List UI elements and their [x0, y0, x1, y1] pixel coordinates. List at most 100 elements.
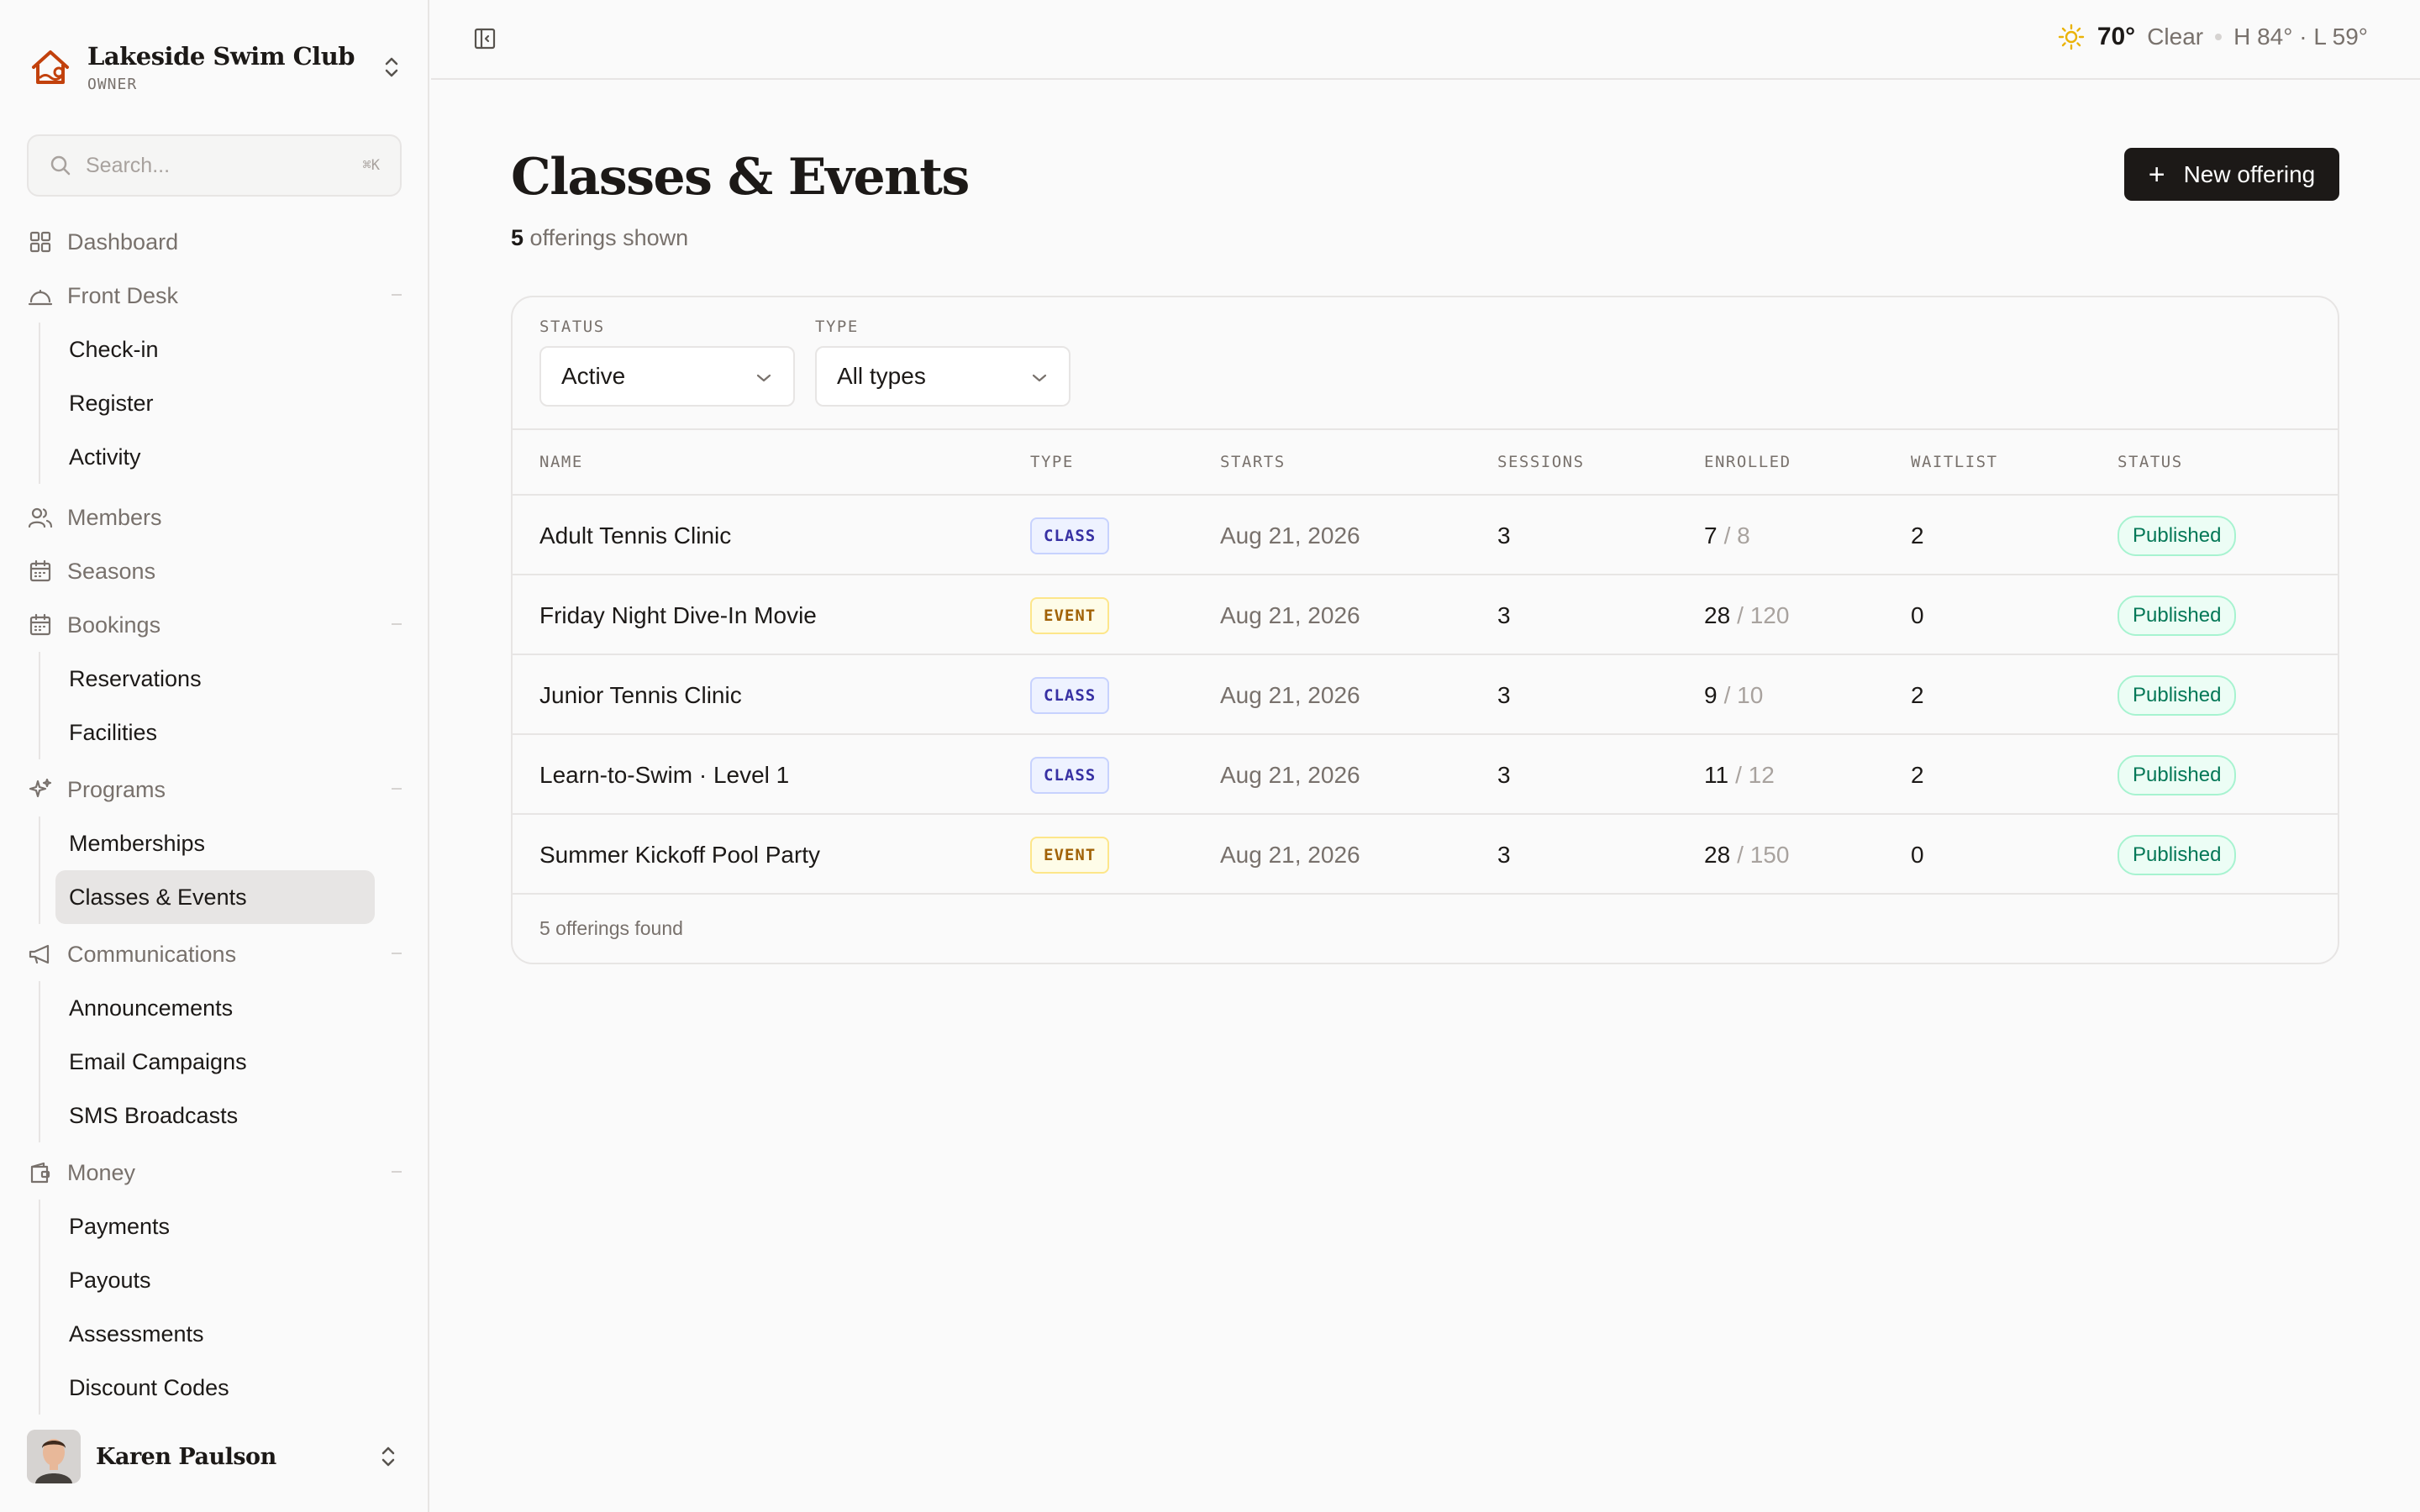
starts-cell: Aug 21, 2026	[1220, 761, 1360, 788]
brand-name: Lakeside Swim Club	[87, 41, 355, 71]
sun-icon	[2057, 23, 2086, 51]
chevron-down-icon	[755, 363, 773, 390]
starts-cell: Aug 21, 2026	[1220, 601, 1360, 628]
sidebar-item-activity[interactable]: Activity	[55, 430, 375, 484]
column-header-type[interactable]: TYPE	[1030, 453, 1074, 471]
sidebar-item-dashboard[interactable]: Dashboard	[27, 215, 402, 269]
table-row[interactable]: Adult Tennis Clinic CLASS Aug 21, 2026 3 7/ …	[513, 496, 2338, 575]
offering-name[interactable]: Friday Night Dive-In Movie	[539, 575, 817, 655]
calendar-icon	[27, 558, 54, 585]
sidebar-item-announcements[interactable]: Announcements	[55, 981, 375, 1035]
sidebar-item-assessments[interactable]: Assessments	[55, 1307, 375, 1361]
subtitle-text: offerings shown	[529, 225, 689, 250]
type-filter-select[interactable]: All types	[815, 346, 1071, 407]
search-placeholder: Search...	[86, 153, 171, 177]
sidebar-group-label: Communications	[67, 941, 237, 967]
collapse-icon[interactable]	[392, 788, 402, 790]
wallet-icon	[27, 1159, 54, 1186]
table-row[interactable]: Friday Night Dive-In Movie EVENT Aug 21, 2…	[513, 575, 2338, 655]
table-row[interactable]: Junior Tennis Clinic CLASS Aug 21, 2026 3 9/…	[513, 655, 2338, 735]
sidebar-group-money[interactable]: Money	[27, 1146, 402, 1200]
sidebar-group-programs[interactable]: Programs	[27, 763, 402, 816]
sidebar-item-register[interactable]: Register	[55, 376, 375, 430]
page-subtitle: 5 offerings shown	[511, 225, 688, 251]
enrolled-count: 11	[1704, 761, 1729, 788]
search-icon	[49, 154, 72, 177]
sidebar-item-label: Members	[67, 504, 162, 530]
type-cell: EVENT	[1030, 575, 1110, 655]
top-bar: 70° Clear H 84° · L 59°	[431, 0, 2420, 80]
front-desk-submenu: Check-in Register Activity	[39, 323, 402, 484]
user-menu[interactable]: Karen Paulson	[27, 1428, 402, 1485]
offering-name[interactable]: Summer Kickoff Pool Party	[539, 815, 820, 895]
sidebar-item-check-in[interactable]: Check-in	[55, 323, 375, 376]
status-filter-value: Active	[561, 363, 626, 389]
status-badge: Published	[2118, 834, 2237, 875]
status-cell: Published	[2118, 815, 2237, 895]
type-badge: EVENT	[1030, 596, 1110, 634]
status-filter-select[interactable]: Active	[539, 346, 795, 407]
user-name: Karen Paulson	[96, 1443, 276, 1470]
sidebar-item-sms-broadcasts[interactable]: SMS Broadcasts	[55, 1089, 375, 1142]
status-badge: Published	[2118, 595, 2237, 636]
sidebar-group-bookings[interactable]: Bookings	[27, 598, 402, 652]
column-header-sessions[interactable]: SESSIONS	[1497, 453, 1585, 471]
offering-name[interactable]: Learn-to-Swim · Level 1	[539, 735, 789, 815]
sidebar-group-communications[interactable]: Communications	[27, 927, 402, 981]
brand-role: OWNER	[87, 75, 138, 93]
enrolled-capacity: / 120	[1737, 601, 1790, 628]
new-offering-button[interactable]: + New offering	[2124, 148, 2339, 201]
brand-switcher[interactable]: Lakeside Swim Club OWNER	[27, 37, 405, 97]
table-row[interactable]: Summer Kickoff Pool Party EVENT Aug 21, 20…	[513, 815, 2338, 895]
column-header-name[interactable]: NAME	[539, 453, 583, 471]
type-cell: EVENT	[1030, 815, 1110, 895]
collapse-icon[interactable]	[392, 953, 402, 954]
sessions-cell: 3	[1497, 601, 1511, 628]
bookings-submenu: Reservations Facilities	[39, 652, 402, 759]
sessions-cell: 3	[1497, 522, 1511, 549]
sidebar-item-label: Seasons	[67, 558, 156, 584]
weather-condition: Clear	[2147, 24, 2204, 50]
sidebar-group-label: Front Desk	[67, 282, 179, 308]
column-header-waitlist[interactable]: WAITLIST	[1911, 453, 1998, 471]
enrolled-cell: 28/ 150	[1704, 815, 1789, 895]
sidebar-item-discount-codes[interactable]: Discount Codes	[55, 1361, 375, 1415]
calendar-icon	[27, 612, 54, 638]
offering-name[interactable]: Junior Tennis Clinic	[539, 655, 742, 735]
sidebar-item-facilities[interactable]: Facilities	[55, 706, 375, 759]
column-header-enrolled[interactable]: ENROLLED	[1704, 453, 1791, 471]
column-header-status[interactable]: STATUS	[2118, 453, 2183, 471]
sidebar-item-memberships[interactable]: Memberships	[55, 816, 375, 870]
enrolled-count: 28	[1704, 841, 1731, 868]
table-row[interactable]: Learn-to-Swim · Level 1 CLASS Aug 21, 2026…	[513, 735, 2338, 815]
chevron-up-down-icon[interactable]	[378, 54, 405, 81]
weather-widget: 70° Clear H 84° · L 59°	[2057, 20, 2368, 54]
sidebar-group-label: Money	[67, 1159, 136, 1185]
sidebar-item-payouts[interactable]: Payouts	[55, 1253, 375, 1307]
enrolled-cell: 7/ 8	[1704, 496, 1750, 575]
chevron-up-down-icon[interactable]	[375, 1443, 402, 1470]
type-badge: EVENT	[1030, 836, 1110, 874]
sidebar-item-seasons[interactable]: Seasons	[27, 544, 402, 598]
offering-name[interactable]: Adult Tennis Clinic	[539, 496, 731, 575]
separator-dot	[2215, 34, 2223, 40]
sidebar-item-payments[interactable]: Payments	[55, 1200, 375, 1253]
sidebar-group-front-desk[interactable]: Front Desk	[27, 269, 402, 323]
sidebar-item-label: Dashboard	[67, 228, 179, 255]
collapse-icon[interactable]	[392, 1171, 402, 1173]
status-badge: Published	[2118, 754, 2237, 795]
type-badge: CLASS	[1030, 756, 1110, 794]
sparkles-icon	[27, 776, 54, 803]
enrolled-cell: 9/ 10	[1704, 655, 1763, 735]
collapse-icon[interactable]	[392, 294, 402, 296]
search-input[interactable]: Search... ⌘K	[27, 134, 402, 197]
sidebar-toggle-icon[interactable]	[473, 27, 498, 52]
type-cell: CLASS	[1030, 735, 1110, 815]
sidebar-item-reservations[interactable]: Reservations	[55, 652, 375, 706]
offering-count: 5	[511, 225, 524, 250]
column-header-starts[interactable]: STARTS	[1220, 453, 1286, 471]
sidebar-item-members[interactable]: Members	[27, 491, 402, 544]
sidebar-item-classes-events[interactable]: Classes & Events	[55, 870, 375, 924]
collapse-icon[interactable]	[392, 623, 402, 625]
sidebar-item-email-campaigns[interactable]: Email Campaigns	[55, 1035, 375, 1089]
